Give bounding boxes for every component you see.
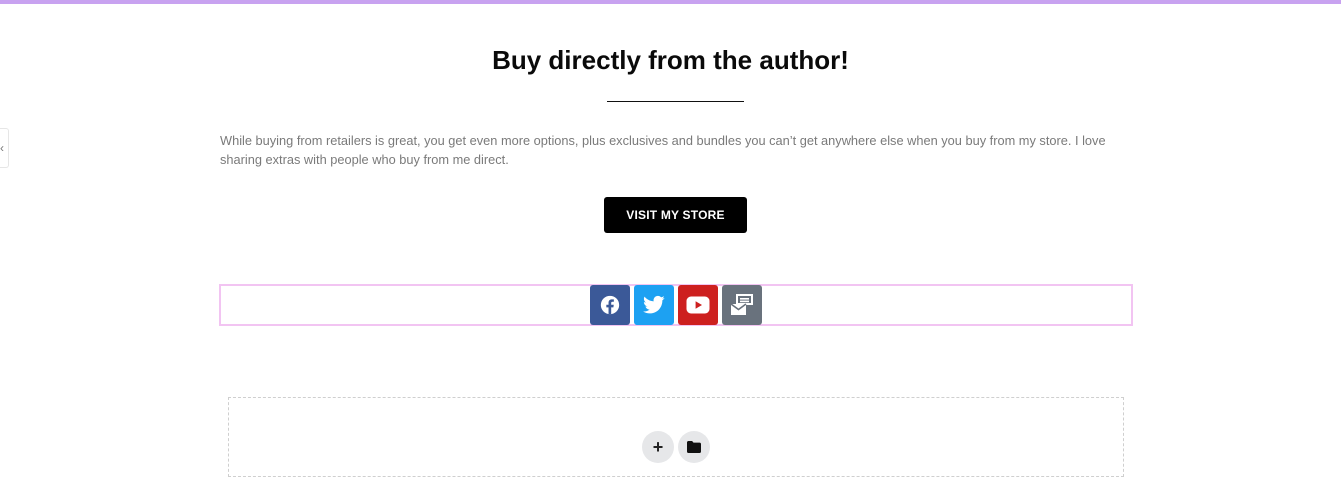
plus-icon: + (652, 436, 664, 457)
intro-paragraph: While buying from retailers is great, yo… (220, 133, 1106, 167)
chevron-left-icon: ‹ (0, 141, 4, 155)
twitter-button[interactable] (634, 285, 674, 325)
panel-collapse-toggle[interactable]: ‹ (0, 128, 9, 168)
editor-top-bar (0, 0, 1341, 4)
social-icons-section[interactable] (219, 284, 1133, 326)
youtube-button[interactable] (678, 285, 718, 325)
folder-icon (687, 441, 701, 453)
envelope-button[interactable] (722, 285, 762, 325)
page-title: Buy directly from the author! (492, 45, 849, 75)
youtube-icon (686, 296, 710, 314)
visit-store-button[interactable]: VISIT MY STORE (604, 197, 747, 233)
facebook-icon (600, 295, 620, 315)
envelope-open-text-icon (730, 294, 753, 315)
add-section-button[interactable]: + (642, 431, 674, 463)
social-icons-list (590, 285, 762, 325)
empty-section-dropzone[interactable]: + (228, 397, 1124, 477)
facebook-button[interactable] (590, 285, 630, 325)
twitter-icon (643, 295, 665, 314)
add-template-button[interactable] (678, 431, 710, 463)
title-divider (607, 101, 744, 102)
